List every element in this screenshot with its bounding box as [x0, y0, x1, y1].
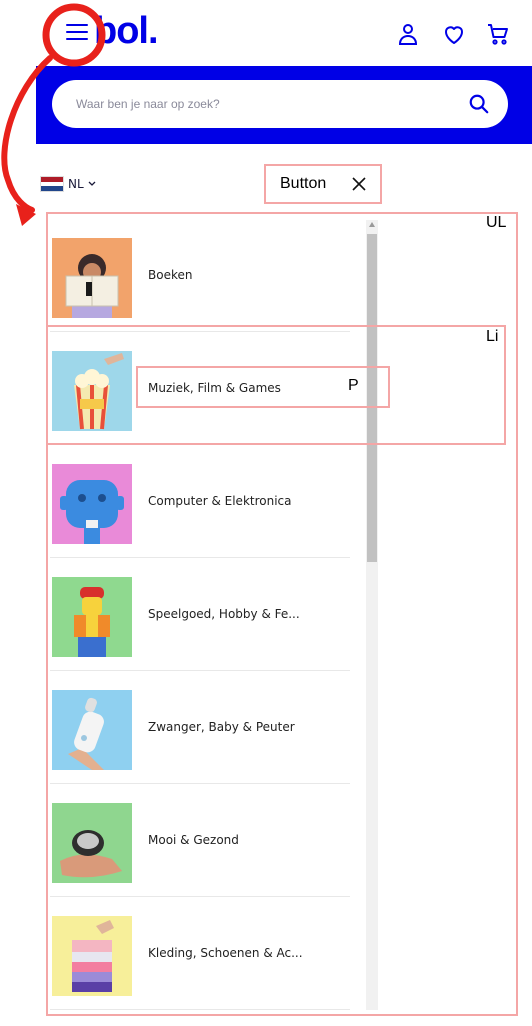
category-label: Mooi & Gezond: [148, 833, 239, 847]
category-label: Kleding, Schoenen & Ac...: [148, 946, 303, 960]
category-item-kleding-schoenen[interactable]: Kleding, Schoenen & Ac...: [50, 896, 350, 1010]
search-icon[interactable]: [468, 93, 490, 115]
category-label: Zwanger, Baby & Peuter: [148, 720, 295, 734]
heart-icon[interactable]: [442, 22, 466, 46]
category-item-computer-elektronica[interactable]: Computer & Elektronica: [50, 444, 350, 558]
baby-bottle-photo: [52, 690, 132, 770]
chevron-down-icon: [88, 181, 96, 186]
search-input[interactable]: [76, 80, 456, 128]
close-icon: [352, 177, 366, 191]
scroll-up-arrow-icon[interactable]: [369, 222, 375, 227]
lego-figure-photo: [52, 577, 132, 657]
category-item-zwanger-baby-peuter[interactable]: Zwanger, Baby & Peuter: [50, 670, 350, 784]
close-menu-button[interactable]: Button: [264, 164, 382, 204]
account-icon[interactable]: [396, 22, 420, 46]
book-reader-photo: [52, 238, 132, 318]
category-label: Computer & Elektronica: [148, 494, 292, 508]
hamburger-menu-icon[interactable]: [66, 24, 88, 42]
cart-icon[interactable]: [486, 22, 510, 46]
category-item-boeken[interactable]: Boeken: [50, 218, 350, 332]
robot-head-photo: [52, 464, 132, 544]
ul-annotation-label: UL: [486, 214, 507, 231]
p-annotation-label: P: [348, 377, 359, 394]
folded-clothes-photo: [52, 916, 132, 996]
search-bar-container: [36, 66, 532, 144]
category-item-mooi-gezond[interactable]: Mooi & Gezond: [50, 783, 350, 897]
button-annotation-label: Button: [280, 175, 327, 192]
category-label: Speelgoed, Hobby & Fe...: [148, 607, 300, 621]
language-code: NL: [68, 177, 84, 191]
site-header: bol.: [0, 0, 532, 66]
category-item-speelgoed[interactable]: Speelgoed, Hobby & Fe...: [50, 557, 350, 671]
li-annotation-label: Li: [486, 328, 499, 345]
dutch-flag-icon: [40, 176, 64, 192]
category-label: Boeken: [148, 268, 193, 282]
language-selector[interactable]: NL: [40, 176, 96, 192]
search-box: [52, 80, 508, 128]
bol-logo[interactable]: bol.: [94, 10, 159, 53]
jar-in-hand-photo: [52, 803, 132, 883]
